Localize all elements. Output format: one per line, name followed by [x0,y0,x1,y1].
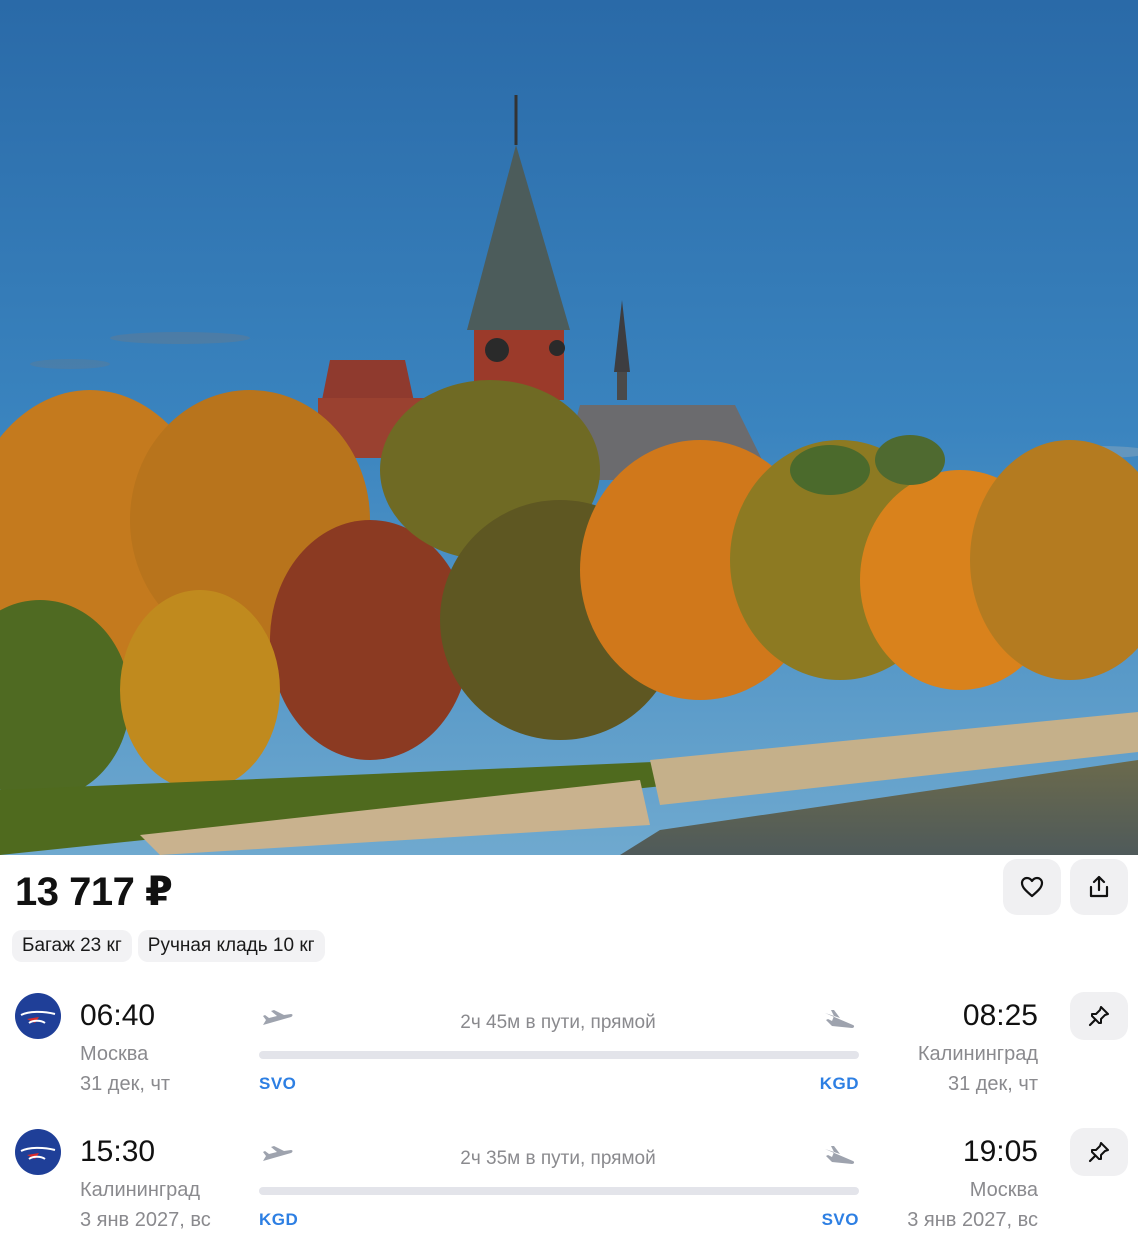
airline-logo-icon [15,1129,61,1175]
takeoff-icon [263,1146,293,1161]
pin-button[interactable] [1070,1128,1128,1176]
pin-button[interactable] [1070,992,1128,1040]
departure-airport-code: KGD [259,1210,299,1229]
route-track [259,1051,859,1059]
arrival-time: 08:25 [962,999,1038,1032]
landing-icon [825,1010,855,1028]
airline-logo-icon [15,993,61,1039]
pin-icon [1088,1006,1109,1027]
ticket-price: 13 717 ₽ [15,870,173,914]
landing-icon [825,1146,855,1164]
price-row: 13 717 ₽ [15,868,173,916]
departure-city: Москва [80,1043,149,1065]
arrival-airport-code: KGD [819,1074,859,1093]
departure-airport-code: SVO [259,1074,297,1093]
takeoff-icon [263,1010,293,1025]
route-track [259,1187,859,1195]
baggage-tag: Багаж 23 кг [12,930,132,962]
favorite-button[interactable] [1003,859,1061,915]
arrival-city: Калининград [917,1043,1038,1065]
share-icon [1089,875,1109,898]
arrival-time: 19:05 [962,1135,1038,1168]
share-button[interactable] [1070,859,1128,915]
heart-icon [1020,876,1044,898]
arrival-date: 31 дек, чт [947,1073,1038,1095]
departure-date: 31 дек, чт [80,1073,171,1095]
carry-on-tag: Ручная кладь 10 кг [137,930,325,962]
departure-time: 15:30 [80,1135,156,1168]
arrival-city: Москва [969,1179,1038,1201]
hero-photo [0,0,1138,855]
flight-duration: 2ч 45м в пути, прямой [460,1012,656,1033]
baggage-tags: Багаж 23 кг Ручная кладь 10 кг [12,930,325,962]
flight-segment-return[interactable]: 15:30 Калининград 3 янв 2027, вс 2ч 35м … [0,1126,1138,1245]
arrival-date: 3 янв 2027, вс [907,1209,1038,1231]
flight-segment-outbound[interactable]: 06:40 Москва 31 дек, чт 2ч 45м в пути, п… [0,990,1138,1110]
departure-time: 06:40 [80,999,156,1032]
flight-duration: 2ч 35м в пути, прямой [460,1148,656,1169]
pin-icon [1088,1142,1109,1163]
departure-city: Калининград [80,1179,201,1201]
arrival-airport-code: SVO [821,1210,859,1229]
departure-date: 3 янв 2027, вс [80,1209,211,1231]
